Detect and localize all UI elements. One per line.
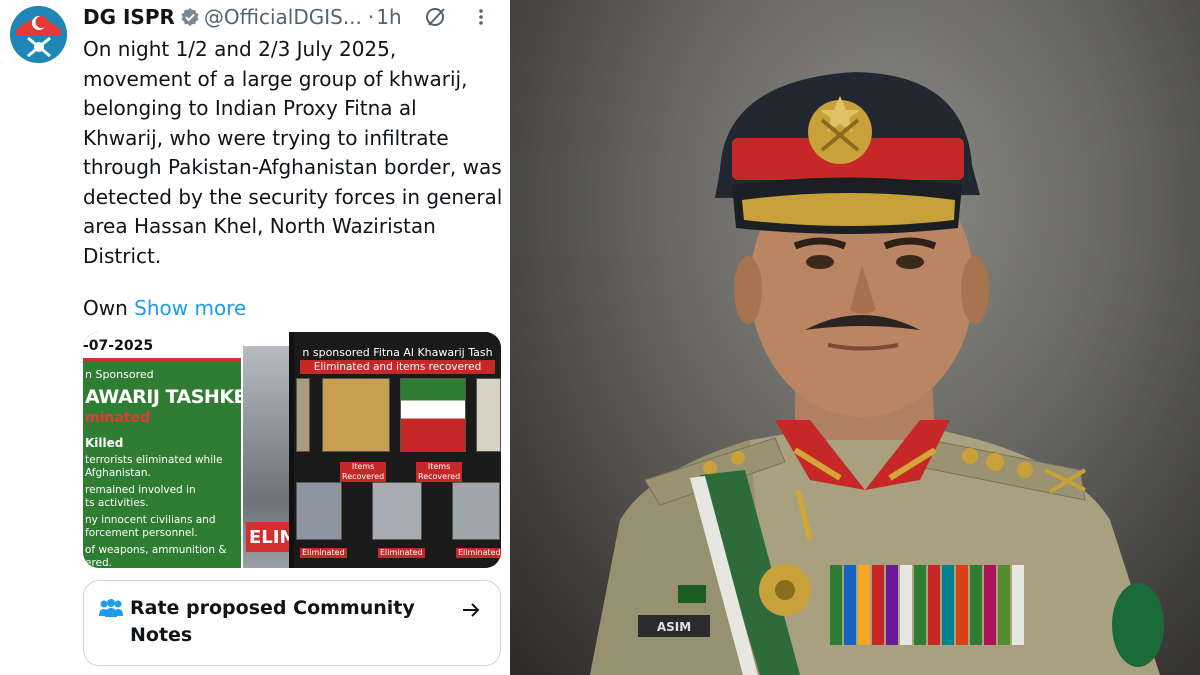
people-icon: [98, 599, 124, 619]
tweet-header: DG ISPR @OfficialDGIS... · 1h: [83, 4, 503, 30]
item-photo: [322, 378, 390, 452]
media-line: Killed: [85, 436, 124, 450]
more-options-icon[interactable]: [478, 7, 484, 27]
arrow-right-icon[interactable]: [460, 599, 482, 621]
items-recovered-label: Items Recovered: [416, 462, 463, 482]
media-title: n sponsored Fitna Al Khawarij Tash: [302, 346, 493, 359]
media-image-left[interactable]: -07-2025 n Sponsored AWARIJ TASHKEEL min…: [83, 332, 289, 568]
avatar[interactable]: [10, 6, 67, 63]
media-line: of weapons, ammunition & ered.: [85, 544, 227, 568]
eye-left: [806, 255, 834, 269]
show-more-line: Own Show more: [83, 296, 246, 320]
tweet-panel: DG ISPR @OfficialDGIS... · 1h On night 1…: [0, 0, 510, 675]
truncated-text: Own: [83, 296, 128, 320]
media-line: terrorists eliminated while Afghanistan.: [85, 454, 223, 479]
post-time[interactable]: 1h: [376, 5, 401, 29]
item-photo: [476, 378, 501, 452]
name-tag: ASIM: [657, 620, 691, 634]
rank-pip: [703, 461, 717, 475]
media-line: ny innocent civilians and forcement pers…: [85, 514, 216, 539]
media-date: -07-2025: [83, 338, 154, 354]
portrait-illustration: ASIM: [590, 72, 1164, 675]
eye-right: [896, 255, 924, 269]
separator-dot: ·: [367, 5, 375, 29]
media-line: minated: [85, 410, 151, 426]
media-subtitle: Eliminated and items recovered: [300, 360, 495, 374]
eliminated-photo: [372, 482, 422, 540]
portrait-photo: ASIM: [510, 0, 1200, 675]
rank-pip: [731, 451, 745, 465]
author-handle[interactable]: @OfficialDGIS...: [204, 5, 362, 29]
media-line: remained involved in ts activities.: [85, 484, 196, 509]
tweet-text: On night 1/2 and 2/3 July 2025, movement…: [83, 37, 503, 268]
ear-left: [734, 256, 762, 324]
eliminated-photo: [452, 482, 500, 540]
rank-pip: [986, 453, 1004, 471]
flag-patch: [678, 585, 706, 603]
cap-braid: [742, 193, 955, 226]
community-notes-label[interactable]: Rate proposed Community Notes: [130, 595, 430, 649]
eliminated-label: Eliminated: [300, 548, 347, 558]
shoulder-insignia: [1112, 583, 1164, 667]
item-photo: [296, 378, 310, 452]
items-recovered-label: Items Recovered: [340, 462, 387, 482]
rank-pip: [1017, 462, 1033, 478]
eliminated-photo: [296, 482, 342, 540]
ear-right: [961, 256, 989, 324]
item-photo: [400, 378, 466, 452]
verified-badge-icon: [180, 7, 200, 27]
eliminated-label: Eliminated: [378, 548, 425, 558]
show-more-link[interactable]: Show more: [134, 296, 246, 320]
media-image-right[interactable]: n sponsored Fitna Al Khawarij Tash Elimi…: [294, 332, 501, 568]
tweet-media[interactable]: -07-2025 n Sponsored AWARIJ TASHKEEL min…: [83, 332, 501, 568]
eliminated-label: Eliminated: [456, 548, 501, 558]
community-notes-card[interactable]: Rate proposed Community Notes: [83, 580, 501, 666]
medal-center: [775, 580, 795, 600]
media-line: n Sponsored: [85, 368, 154, 381]
media-green-panel: n Sponsored AWARIJ TASHKEEL minated Kill…: [83, 358, 271, 568]
rank-pip: [962, 448, 978, 464]
author-name[interactable]: DG ISPR: [83, 5, 175, 29]
grok-icon[interactable]: [424, 5, 448, 29]
media-badge: ELIM: [246, 522, 289, 552]
